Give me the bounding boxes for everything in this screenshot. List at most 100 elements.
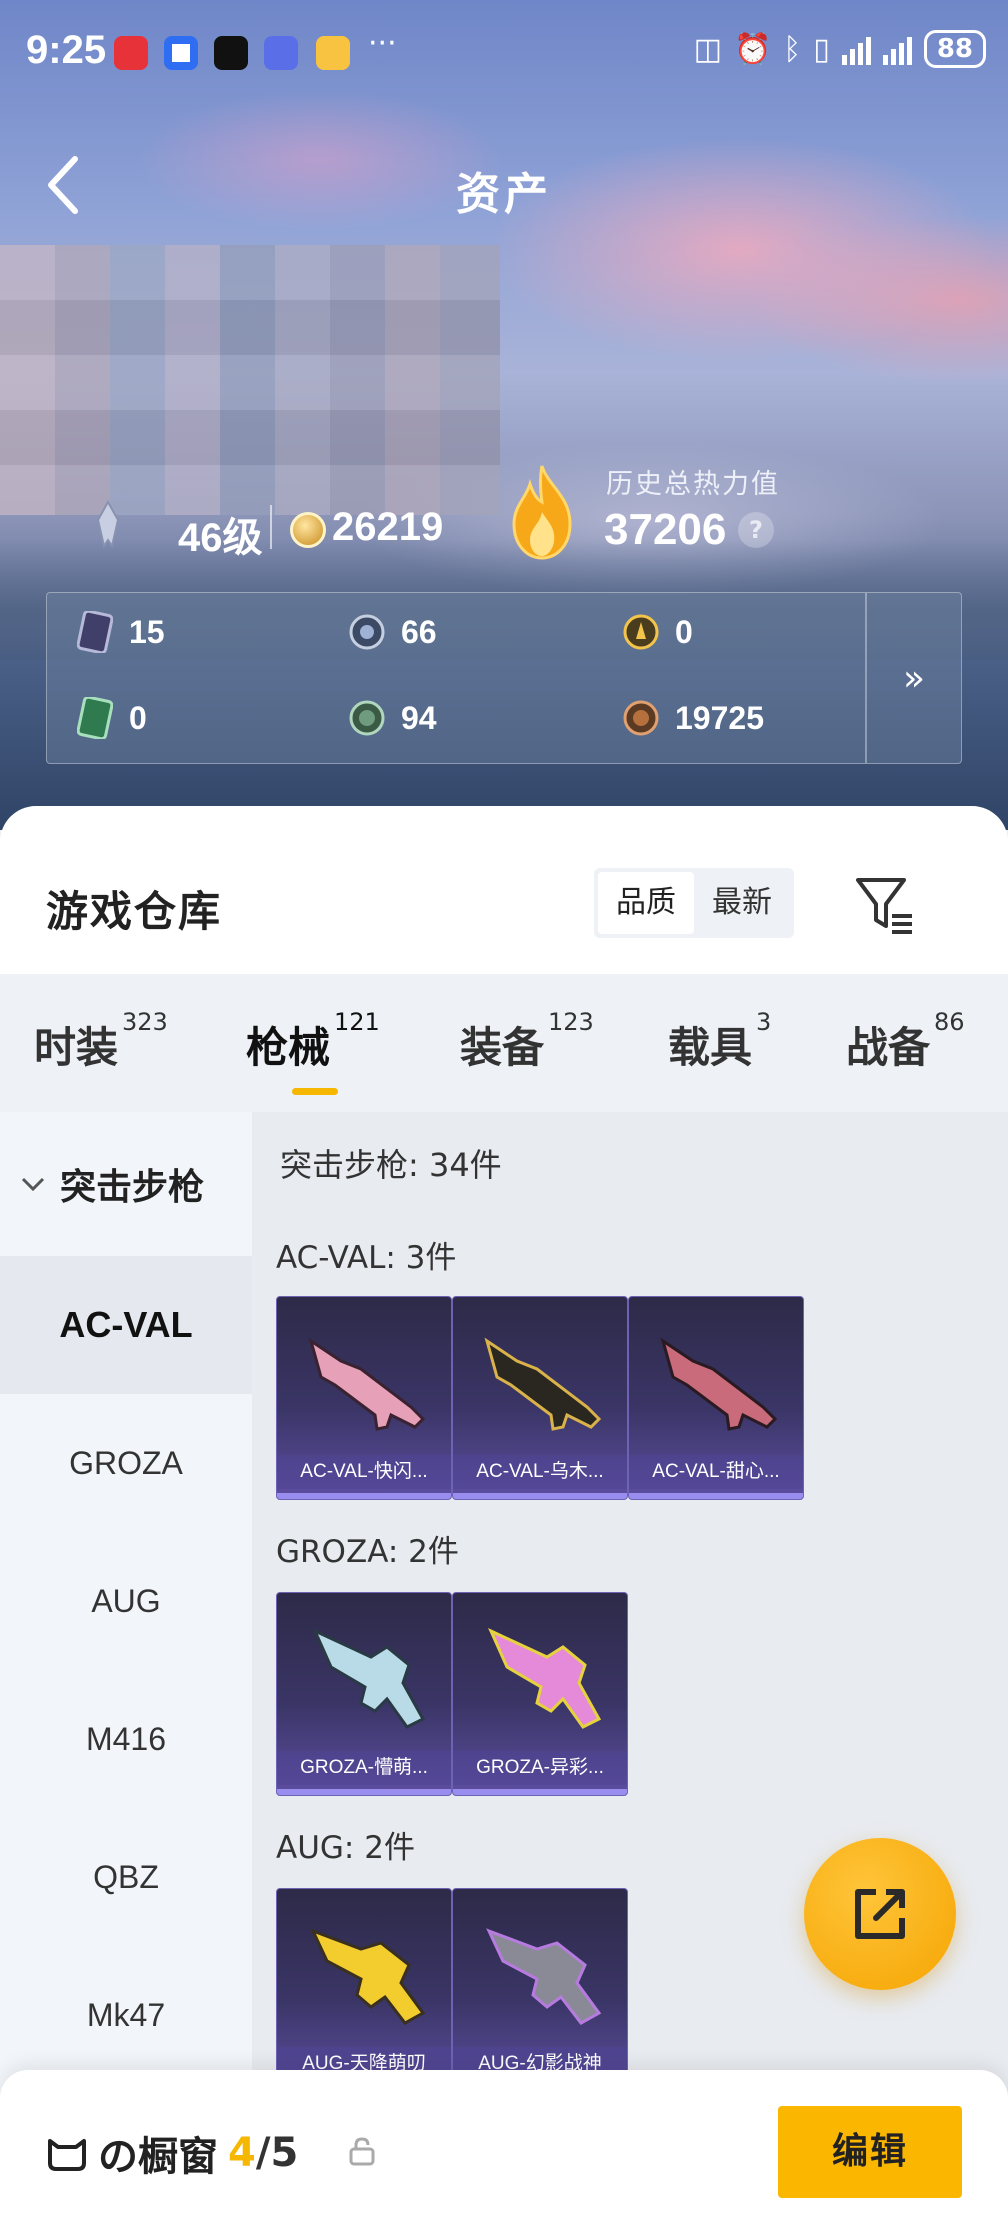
tab-count: 86	[934, 1008, 965, 1036]
rifle-icon	[488, 1627, 602, 1729]
asset-item: 66	[349, 611, 437, 653]
assets-more-button[interactable]: »	[865, 593, 961, 763]
rifle-icon	[486, 1928, 602, 2025]
asset-item: 15	[77, 611, 165, 653]
sort-option-quality[interactable]: 品质	[598, 872, 694, 934]
rifle-icon	[310, 1928, 426, 2025]
huawei-app-icon	[114, 36, 148, 70]
flame-icon	[512, 465, 572, 560]
stat-divider	[270, 505, 272, 549]
warehouse-sheet: 游戏仓库 品质 最新 时装323 枪械121 装备123 载具3 战备86 突击…	[0, 806, 1008, 2232]
external-link-icon	[855, 1889, 905, 1939]
asset-value: 15	[129, 613, 165, 650]
sidebar-item-mk47[interactable]: Mk47	[0, 1946, 252, 2084]
asset-item: 0	[623, 611, 693, 653]
silver-badge-icon	[349, 614, 385, 650]
bottom-bar: の橱窗 4/5 编辑	[0, 2070, 1008, 2232]
level-badge-icon	[96, 500, 120, 549]
weapon-list: 突击步枪: 34件 AC-VAL: 3件 AC-VAL-快闪... AC-VAL…	[252, 1112, 1008, 2232]
share-fab[interactable]	[804, 1838, 956, 1990]
sort-option-newest[interactable]: 最新	[694, 872, 790, 934]
help-icon[interactable]: ?	[738, 512, 774, 548]
showcase-count: 4/5	[228, 2130, 298, 2176]
weapon-card-name: AC-VAL-乌木...	[453, 1455, 627, 1489]
hot-value: 37206	[604, 505, 727, 554]
tiktok-icon	[214, 36, 248, 70]
tab-label: 装备	[460, 1023, 545, 1072]
rifle-icon	[660, 1337, 778, 1431]
green-badge-icon	[349, 700, 385, 736]
weapon-card[interactable]: AC-VAL-快闪...	[276, 1296, 452, 1500]
vibrate-icon: ▯	[813, 31, 830, 67]
weapon-card-name: AC-VAL-甜心...	[629, 1455, 803, 1489]
sidebar-item-qbz[interactable]: QBZ	[0, 1808, 252, 1946]
weapon-card[interactable]: AUG-天降萌叨	[276, 1888, 452, 2092]
group-label: AUG: 2件	[276, 1830, 415, 1866]
status-indicators: ◫ ⏰ ᛒ ▯ 88	[694, 30, 986, 68]
tab-weapons[interactable]: 枪械121	[246, 1008, 380, 1075]
tab-label: 载具	[668, 1023, 753, 1072]
alarm-icon: ⏰	[733, 31, 772, 67]
hot-value-label: 历史总热力值	[606, 469, 780, 500]
asset-item: 94	[349, 697, 437, 739]
asset-item: 19725	[623, 697, 764, 739]
asset-value: 94	[401, 699, 437, 736]
sidebar-group-assault-rifle[interactable]: 突击步枪	[0, 1112, 252, 1256]
category-total: 突击步枪: 34件	[280, 1146, 502, 1184]
assets-panel: 15 66 0 0 94 19725 »	[46, 592, 962, 764]
tab-count: 3	[756, 1008, 772, 1036]
page-title: 资产	[456, 169, 552, 220]
group-label: AC-VAL: 3件	[276, 1240, 457, 1276]
nfc-icon: ◫	[693, 31, 722, 67]
chevron-down-icon	[21, 1177, 45, 1192]
showcase-count-total: 5	[270, 2130, 299, 2176]
signal-icon-1	[841, 33, 871, 65]
tab-count: 121	[334, 1008, 380, 1036]
category-tabs: 时装323 枪械121 装备123 载具3 战备86	[0, 974, 1008, 1112]
asset-value: 66	[401, 613, 437, 650]
weapon-card[interactable]: AUG-幻影战神	[452, 1888, 628, 2092]
active-tab-indicator	[292, 1088, 338, 1095]
weapon-type-sidebar: 突击步枪 AC-VAL GROZA AUG M416 QBZ Mk47	[0, 1112, 252, 2232]
tab-count: 123	[548, 1008, 594, 1036]
weapon-card-name: GROZA-懵萌...	[277, 1751, 451, 1785]
sidebar-item-aug[interactable]: AUG	[0, 1532, 252, 1670]
tab-fashion[interactable]: 时装323	[34, 1008, 168, 1075]
sidebar-item-m416[interactable]: M416	[0, 1670, 252, 1808]
battery-icon: 88	[923, 30, 986, 68]
signal-icon-2	[882, 33, 912, 65]
tab-count: 323	[122, 1008, 168, 1036]
edit-button[interactable]: 编辑	[778, 2106, 962, 2198]
video-app-icon	[264, 36, 298, 70]
weapon-card[interactable]: AC-VAL-甜心...	[628, 1296, 804, 1500]
blurred-profile-area	[0, 245, 500, 515]
more-notifications-icon: ···	[368, 26, 397, 61]
tab-label: 战备	[846, 1023, 931, 1072]
tab-supplies[interactable]: 战备86	[846, 1008, 965, 1075]
card-icon	[77, 611, 113, 653]
weapon-card-name: AC-VAL-快闪...	[277, 1455, 451, 1489]
tab-equipment[interactable]: 装备123	[460, 1008, 594, 1075]
double-chevron-right-icon: »	[902, 657, 926, 699]
cat-face-icon	[48, 2139, 86, 2171]
player-level: 46级	[178, 516, 263, 560]
tab-vehicles[interactable]: 载具3	[668, 1008, 771, 1075]
bluetooth-icon: ᛒ	[783, 31, 802, 67]
weapon-card[interactable]: AC-VAL-乌木...	[452, 1296, 628, 1500]
filter-icon[interactable]	[852, 872, 918, 938]
weapon-card[interactable]: GROZA-异彩...	[452, 1592, 628, 1796]
rifle-icon	[308, 1337, 426, 1431]
weapon-card[interactable]: GROZA-懵萌...	[276, 1592, 452, 1796]
asset-value: 0	[675, 613, 693, 650]
coin-icon	[290, 512, 326, 548]
sidebar-item-groza[interactable]: GROZA	[0, 1394, 252, 1532]
asset-value: 19725	[675, 699, 764, 736]
showcase-title: の橱窗	[98, 2134, 218, 2180]
status-time: 9:25	[26, 28, 107, 72]
sidebar-group-label: 突击步枪	[60, 1167, 205, 1208]
sort-toggle: 品质 最新	[594, 868, 794, 938]
rifle-icon	[312, 1627, 426, 1729]
rifle-icon	[484, 1337, 602, 1431]
sidebar-item-ac-val[interactable]: AC-VAL	[0, 1256, 252, 1394]
asset-item: 0	[77, 697, 147, 739]
